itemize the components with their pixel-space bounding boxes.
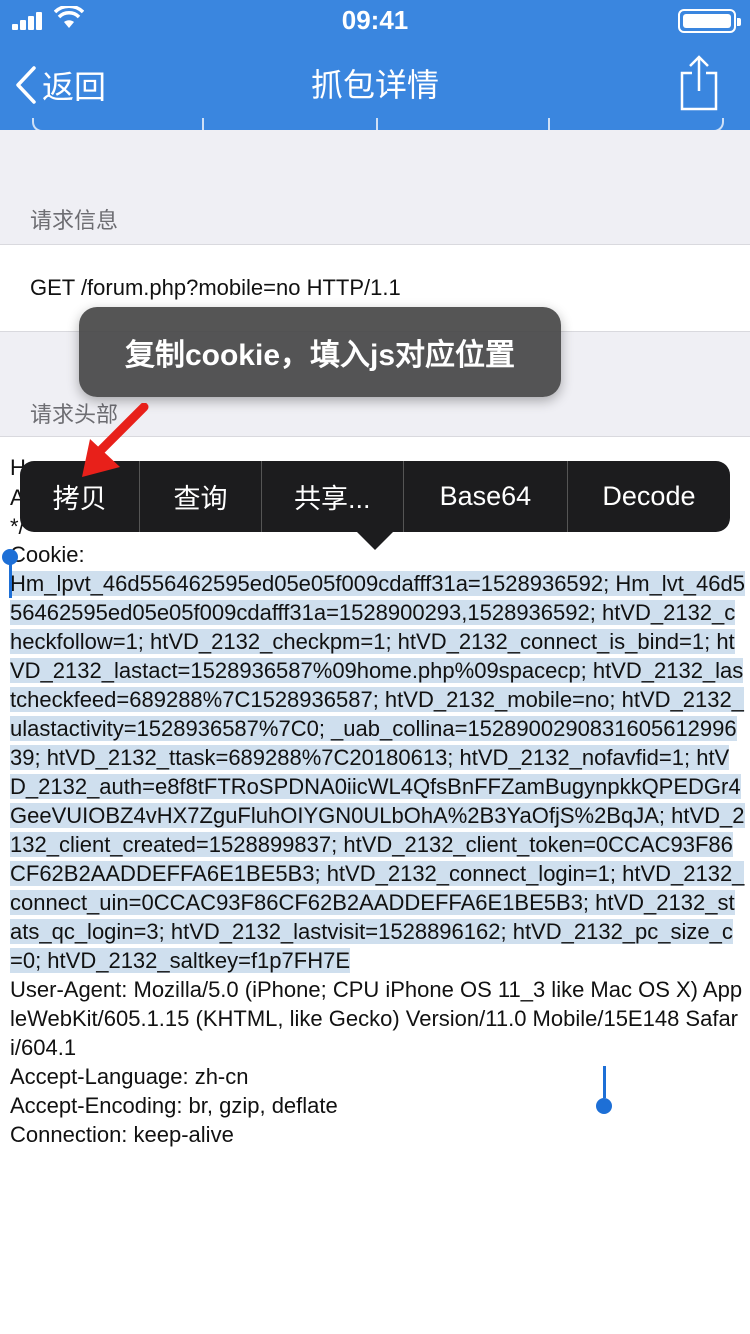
menu-item-base64[interactable]: Base64 bbox=[404, 461, 568, 532]
selection-start-caret bbox=[9, 560, 12, 598]
cookie-value-selection[interactable]: Hm_lpvt_46d556462595ed05e05f009cdafff31a… bbox=[10, 571, 745, 973]
status-time: 09:41 bbox=[341, 5, 409, 35]
request-headers-text[interactable]: Cookie: Hm_lpvt_46d556462595ed05e05f009c… bbox=[10, 540, 745, 1149]
instruction-tooltip: 复制cookie，填入js对应位置 bbox=[79, 307, 561, 397]
share-icon[interactable] bbox=[678, 55, 720, 111]
menu-item-decode[interactable]: Decode bbox=[568, 461, 730, 532]
accept-encoding-line: Accept-Encoding: br, gzip, deflate bbox=[10, 1093, 338, 1118]
menu-pointer bbox=[357, 532, 393, 550]
red-arrow-icon bbox=[82, 403, 149, 477]
selection-end-caret bbox=[603, 1066, 606, 1098]
connection-line: Connection: keep-alive bbox=[10, 1122, 234, 1147]
user-agent-line: User-Agent: Mozilla/5.0 (iPhone; CPU iPh… bbox=[10, 977, 743, 1060]
request-line: GET /forum.php?mobile=no HTTP/1.1 bbox=[30, 275, 401, 300]
navigation-bar: 09:41 返回 抓包详情 bbox=[0, 0, 750, 132]
battery-icon bbox=[678, 9, 741, 33]
menu-item-share[interactable]: 共享... bbox=[262, 461, 404, 532]
selection-end-handle[interactable] bbox=[596, 1098, 612, 1114]
request-info-header: 请求信息 bbox=[30, 208, 119, 233]
menu-item-lookup[interactable]: 查询 bbox=[140, 461, 262, 532]
status-bar: 09:41 bbox=[0, 0, 750, 40]
page-title: 抓包详情 bbox=[310, 67, 439, 103]
accept-language-line: Accept-Language: zh-cn bbox=[10, 1064, 249, 1089]
